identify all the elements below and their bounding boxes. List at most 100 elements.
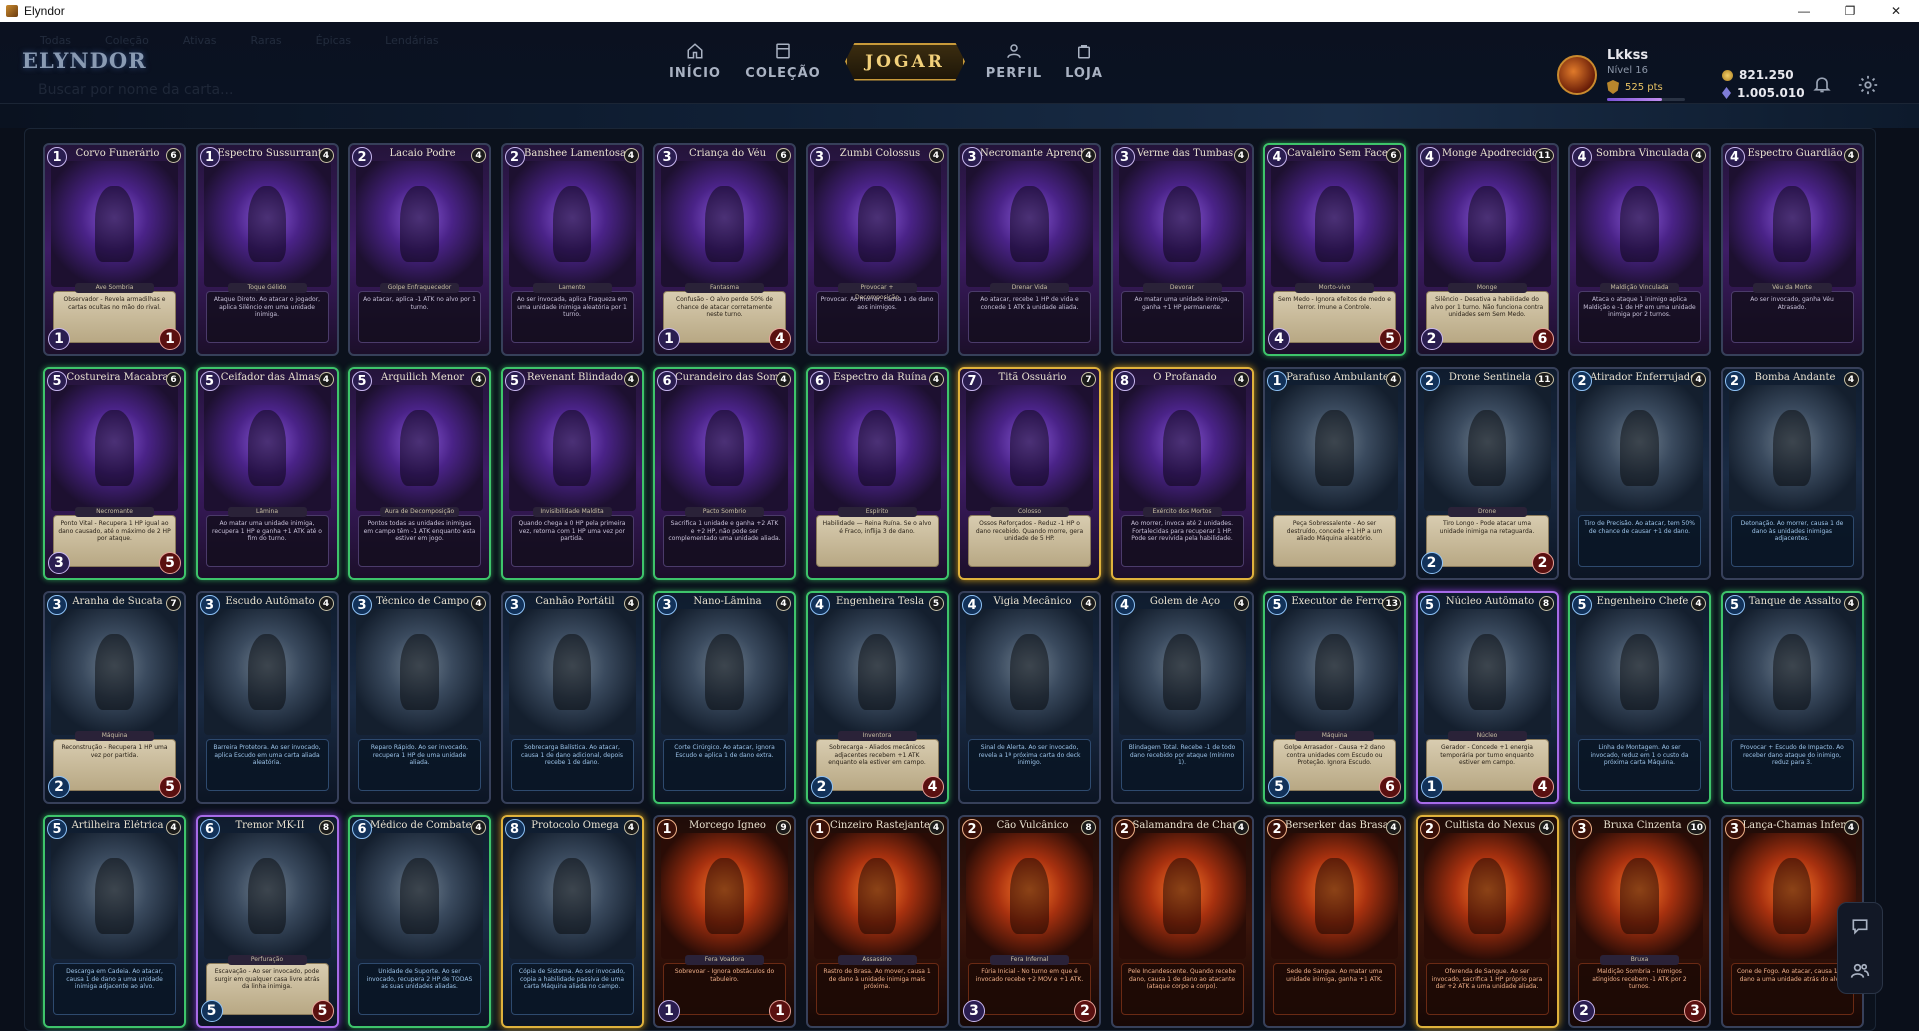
collection-card[interactable]: 4 Engenheira Tesla 5 Inventora Sobrecarga - … (805, 591, 949, 804)
card-art (1423, 161, 1551, 287)
collection-card[interactable]: 5 Tanque de Assalto 4 Provocar + Escudo de … (1720, 591, 1864, 804)
collection-card[interactable]: 8 Protocolo Ômega 4 Cópia de Sistema. Ao se… (500, 815, 644, 1028)
card-cost: 3 (352, 595, 372, 615)
collection-card[interactable]: 1 Parafuso Ambulante 4 Peça Sobressalente -… (1263, 367, 1406, 580)
ghost-tab: Raras (250, 34, 282, 47)
collection-card[interactable]: 3 Necromante Aprendiz 4 Drenar Vida Ao ataca… (958, 143, 1101, 356)
collection-card[interactable]: 7 Titã Ossuário 7 Colosso Ossos Reforçados -… (958, 367, 1101, 580)
card-quantity-badge: 11 (1534, 148, 1554, 163)
collection-card[interactable]: 3 Criança do Véu 6 Fantasma Confusão - O alv… (653, 143, 796, 356)
card-ability-text: Sede de Sangue. Ao matar uma unidade ini… (1273, 963, 1396, 1015)
collection-card[interactable]: 5 Revenant Blindado 4 Invisibilidade Maldit… (500, 367, 644, 580)
card-quantity-badge: 4 (471, 148, 486, 163)
collection-card[interactable]: 4 Golem de Aço 4 Blindagem Total. Recebe -1… (1110, 591, 1254, 804)
close-button[interactable]: ✕ (1873, 0, 1919, 22)
card-quantity-badge: 4 (1233, 148, 1249, 163)
collection-card[interactable]: 6 Espectro da Ruína 4 Espírito Habilidade — … (805, 367, 949, 580)
collection-card[interactable]: 5 Núcleo Autômato 8 Núcleo Gerador - Concede… (1415, 591, 1559, 804)
collection-card[interactable]: 2 Cultista do Nexus 4 Oferenda de Sangue. A… (1415, 815, 1559, 1028)
card-ability-text: Maldição Sombria - Inimigos atingidos re… (1578, 963, 1701, 1015)
collection-card[interactable]: 4 Sombra Vinculada 4 Maldição Vinculada Atac… (1568, 143, 1711, 356)
collection-card[interactable]: 5 Ceifador das Almas 4 Lâmina Ao matar uma u… (195, 367, 339, 580)
collection-card[interactable]: 5 Costureira Macabra 6 Necromante Ponto Vita… (43, 367, 186, 580)
collection-card[interactable]: 2 Drone Sentinela 11 Drone Tiro Longo - Pode… (1415, 367, 1559, 580)
collection-card[interactable]: 5 Executor de Ferro 13 Máquina Golpe Arrasad… (1263, 591, 1406, 804)
collection-card[interactable]: 4 Cavaleiro Sem Face 6 Morto-vivo Sem Medo -… (1263, 143, 1406, 356)
collection-card[interactable]: 2 Lacaio Podre 4 Golpe Enfraquecedor Ao atac… (348, 143, 491, 356)
card-name: Atirador Enferrujado (1590, 372, 1695, 383)
bell-icon[interactable] (1812, 74, 1832, 94)
collection-card[interactable]: 5 Arquilich Menor 4 Aura de Decomposição Pon… (348, 367, 491, 580)
card-name: Drone Sentinela (1448, 372, 1532, 383)
collection-card[interactable]: 6 Tremor MK-II 8 Perfuração Escavação - Ao s… (195, 815, 339, 1028)
card-attack: 1 (48, 328, 70, 350)
card-quantity-badge: 9 (776, 820, 791, 835)
collection-card[interactable]: 1 Morcego Ígneo 9 Fera Voadora Sobrevoar - I… (653, 815, 796, 1028)
collection-card[interactable]: 2 Bomba Andante 4 Detonação. Ao morrer, cau… (1720, 367, 1864, 580)
card-cost: 1 (1267, 371, 1287, 391)
collection-card[interactable]: 1 Espectro Sussurrante 4 Toque Gélido Ataque… (195, 143, 339, 356)
card-health: 5 (159, 776, 181, 798)
collection-card[interactable]: 2Salamandra de Chamas4 Pele Incandescente… (1110, 815, 1254, 1028)
card-art (813, 833, 941, 959)
collection-card[interactable]: 1 Corvo Funerário 6 Ave Sombria Observador -… (43, 143, 186, 356)
collection-card[interactable]: 5 Artilheira Elétrica 4 Descarga em Cadeia.… (43, 815, 186, 1028)
card-type: Morto-vivo (1295, 283, 1374, 293)
card-health: 2 (1074, 1000, 1096, 1022)
nav-shop[interactable]: LOJA (1049, 42, 1119, 81)
collection-card[interactable]: 1 Cinzeiro Rastejante 4 Assassino Rastro de … (805, 815, 949, 1028)
gear-icon[interactable] (1857, 74, 1879, 96)
minimize-button[interactable]: — (1781, 0, 1827, 22)
collection-card[interactable]: 2 Cão Vulcânico 8 Fera Infernal Fúria Inicia… (958, 815, 1101, 1028)
collection-card[interactable]: 3 Bruxa Cinzenta 10 Bruxa Maldição Sombria -… (1568, 815, 1711, 1028)
card-ability-text: Fúria Inicial - No turno em que é invoca… (968, 963, 1091, 1015)
card-attack: 3 (48, 552, 70, 574)
card-type: Exército dos Mortos (1142, 507, 1222, 517)
card-ability-text: Sacrifica 1 unidade e ganha +2 ATK e +2 … (663, 515, 786, 567)
collection-card[interactable]: 3 Escudo Autômato 4 Barreira Protetora. Ao … (195, 591, 339, 804)
card-cost: 2 (1724, 371, 1745, 391)
friends-icon[interactable] (1850, 961, 1870, 981)
gold-coin-icon (1722, 69, 1733, 81)
card-health: 4 (769, 328, 791, 350)
collection-card[interactable]: 5 Engenheiro Chefe 4 Linha de Montagem. Ao … (1568, 591, 1711, 804)
card-art (51, 609, 178, 735)
collection-card[interactable]: 4 Monge Apodrecido 11 Monge Silêncio - Desat… (1415, 143, 1559, 356)
collection-card[interactable]: 8 O Profanado 4 Exército dos Mortos Ao morre… (1110, 367, 1254, 580)
card-cost: 4 (1114, 595, 1135, 615)
card-health: 2 (1531, 552, 1554, 574)
maximize-button[interactable]: ❐ (1827, 0, 1873, 22)
collection-card[interactable]: 6Curandeiro das Sombras4 Pacto SombrioSac… (653, 367, 796, 580)
collection-card[interactable]: 4 Espectro Guardião 4 Véu da Morte Ao ser in… (1720, 143, 1864, 356)
collection-card[interactable]: 2 Berserker das Brasas 4 Sede de Sangue. Ao… (1263, 815, 1406, 1028)
collection-card[interactable]: 3 Aranha de Sucata 7 Máquina Reconstrução - … (43, 591, 186, 804)
nav-collection[interactable]: COLEÇÃO (735, 42, 831, 81)
collection-card[interactable]: 3 Canhão Portátil 4 Sobrecarga Balística. A… (500, 591, 644, 804)
collection-card[interactable]: 2 Atirador Enferrujado 4 Tiro de Precisão. … (1568, 367, 1711, 580)
card-ability-text: Silêncio - Desativa a habilidade do alvo… (1425, 291, 1549, 343)
card-art (813, 609, 941, 735)
card-grid: 1 Corvo Funerário 6 Ave Sombria Observador -… (43, 143, 1864, 1028)
avatar[interactable] (1557, 54, 1597, 95)
nav-home[interactable]: INÍCIO (655, 42, 735, 81)
card-art (813, 161, 941, 287)
card-attack: 4 (1268, 328, 1290, 350)
collection-card[interactable]: 3 Nano-Lâmina 4 Corte Cirúrgico. Ao atacar,… (653, 591, 796, 804)
collection-card[interactable]: 2 Banshee Lamentosa 4 Lamento Ao ser invocad… (500, 143, 644, 356)
game-logo[interactable]: ELYNDOR (22, 48, 147, 73)
card-art (356, 385, 483, 511)
collection-card[interactable]: 6Médico de Combate MK-I4 Unidade de Supor… (348, 815, 491, 1028)
card-ability-text: Linha de Montagem. Ao ser invocado, redu… (1578, 739, 1701, 791)
card-attack: 1 (658, 1000, 680, 1022)
nav-profile[interactable]: PERFIL (979, 42, 1049, 81)
card-name: Banshee Lamentosa (524, 148, 626, 159)
chat-icon[interactable] (1850, 916, 1870, 936)
card-art (1271, 161, 1398, 287)
collection-card[interactable]: 4 Vigia Mecânico 4 Sinal de Alerta. Ao ser … (958, 591, 1101, 804)
card-ability-text: Quando chega a 0 HP pela primeira vez, r… (510, 515, 634, 567)
collection-card[interactable]: 3 Técnico de Campo 4 Reparo Rápido. Ao ser … (348, 591, 491, 804)
collection-card[interactable]: 3 Zumbi Colossus 4 Provocar + Decomposição P… (805, 143, 949, 356)
user-panel[interactable]: Lkkss Nível 16 525 pts (1557, 48, 1685, 101)
play-button[interactable]: JOGAR (845, 42, 965, 81)
collection-card[interactable]: 3 Verme das Tumbas 4 Devorar Ao matar uma un… (1110, 143, 1254, 356)
